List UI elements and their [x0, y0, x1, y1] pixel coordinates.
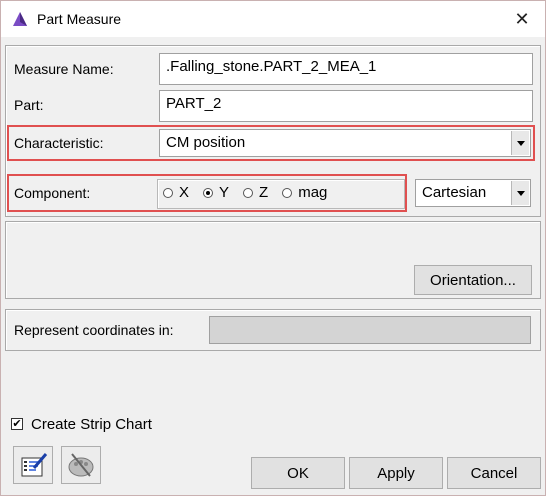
part-label: Part: [14, 97, 44, 113]
window-title: Part Measure [37, 11, 122, 27]
radio-x-label: X [179, 184, 190, 201]
coord-system-value: Cartesian [422, 184, 487, 201]
paint-palette-icon [68, 453, 94, 477]
radio-x-dot[interactable] [163, 187, 173, 198]
component-radio-group: X Y Z mag [163, 184, 341, 201]
radio-z[interactable]: Z [243, 184, 268, 201]
represent-field [209, 316, 531, 344]
component-label: Component: [14, 185, 91, 201]
radio-y-dot[interactable] [203, 187, 214, 198]
palette-icon[interactable] [61, 446, 101, 484]
radio-mag-dot[interactable] [282, 187, 293, 198]
app-icon [13, 12, 27, 26]
radio-y[interactable]: Y [203, 184, 229, 201]
chevron-down-icon[interactable] [511, 181, 529, 205]
radio-mag[interactable]: mag [282, 184, 327, 201]
apply-button[interactable]: Apply [349, 457, 443, 489]
radio-z-label: Z [259, 184, 269, 201]
radio-x[interactable]: X [163, 184, 189, 201]
radio-z-dot[interactable] [243, 187, 254, 198]
characteristic-select[interactable]: CM position [159, 129, 531, 157]
part-field[interactable]: PART_2 [159, 90, 533, 122]
radio-mag-label: mag [298, 184, 328, 201]
ok-button[interactable]: OK [251, 457, 345, 489]
represent-label: Represent coordinates in: [14, 322, 174, 338]
orientation-button[interactable]: Orientation... [414, 265, 532, 295]
characteristic-value: CM position [166, 134, 246, 151]
cancel-button[interactable]: Cancel [447, 457, 541, 489]
strip-chart-label: Create Strip Chart [31, 416, 152, 433]
chevron-down-icon[interactable] [511, 131, 529, 155]
measure-name-field[interactable]: .Falling_stone.PART_2_MEA_1 [159, 53, 533, 85]
characteristic-label: Characteristic: [14, 135, 104, 151]
part-measure-dialog: Part Measure ✕ Measure Name: .Falling_st… [0, 0, 546, 496]
edit-icon[interactable] [13, 446, 53, 484]
coord-system-select[interactable]: Cartesian [415, 179, 531, 207]
radio-y-label: Y [219, 184, 230, 201]
close-icon[interactable]: ✕ [499, 1, 545, 37]
strip-chart-checkbox[interactable]: ✔ [11, 418, 23, 430]
title-bar: Part Measure ✕ [1, 1, 545, 37]
edit-list-icon [21, 453, 48, 477]
measure-name-label: Measure Name: [14, 61, 114, 77]
